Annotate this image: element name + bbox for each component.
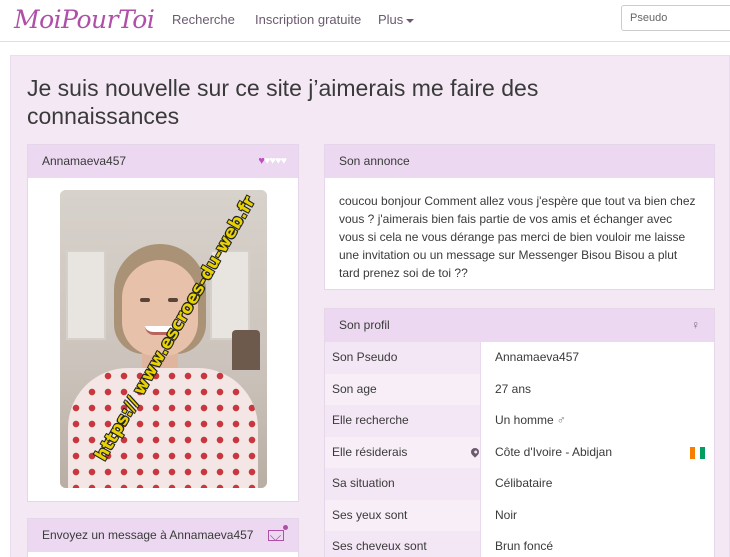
heart-rating: ♥♥♥♥♥ [258,145,287,178]
profil-value: 27 ans [495,381,532,396]
profil-value: Côte d'Ivoire - Abidjan [495,444,613,459]
profil-label: Son age [325,373,481,405]
profil-label: Son Pseudo [325,342,481,374]
profil-row-pseudo: Son Pseudo Annamaeva457 [325,342,714,374]
nav-link-inscription[interactable]: Inscription gratuite [255,12,361,27]
photo-eye [168,298,178,302]
profil-heading: Son profil [339,318,390,332]
profil-label: Ses yeux sont [325,499,481,531]
site-logo[interactable]: MoiPourToi [14,5,155,34]
main-content: Je suis nouvelle sur ce site j’aimerais … [10,55,730,557]
send-message-label[interactable]: Envoyez un message à Annamaeva457 [42,528,253,542]
pseudo-search-input[interactable] [621,5,730,31]
message-card-header[interactable]: Envoyez un message à Annamaeva457 [28,519,298,552]
message-card[interactable]: Envoyez un message à Annamaeva457 [27,518,299,557]
mail-icon[interactable] [268,525,288,541]
profil-label: Sa situation [325,468,481,500]
profil-row-residence: Elle résiderais Côte d'Ivoire - Abidjan [325,436,714,468]
female-icon: ♀ [691,318,700,332]
profile-card: Annamaeva457 ♥♥♥♥♥ https:// www.escroes-… [27,144,299,502]
nav-plus-label: Plus [378,12,404,27]
heart-empty-icon: ♥ [280,155,286,167]
annonce-header: Son annonce [325,145,714,178]
male-icon: ♂ [556,413,566,427]
profil-label-text: Elle résiderais [332,444,408,459]
annonce-panel: Son annonce coucou bonjour Comment allez… [324,144,715,290]
top-navbar: MoiPourToi Recherche Inscription gratuit… [0,0,730,42]
profil-value: Noir [495,507,518,522]
nav-link-recherche[interactable]: Recherche [172,12,235,27]
profile-photo[interactable]: https:// www.escroes-du-web.fr [60,190,267,488]
photo-lamp [232,330,260,370]
profil-row-yeux: Ses yeux sont Noir [325,499,714,531]
profil-label: Ses cheveux sont [325,531,481,557]
profil-row-cheveux: Ses cheveux sont Brun foncé [325,531,714,557]
photo-door [66,250,106,340]
nav-dropdown-plus[interactable]: Plus [378,12,415,27]
profil-label: Elle résiderais [325,436,481,468]
profil-value: Brun foncé [495,539,554,553]
photo-eye [140,298,150,302]
profil-row-age: Son age 27 ans [325,373,714,405]
location-pin-icon [469,445,481,458]
profil-header: Son profil ♀ [325,309,714,342]
profile-username[interactable]: Annamaeva457 [42,154,126,168]
caret-down-icon [406,18,415,23]
annonce-text: coucou bonjour Comment allez vous j'espè… [339,194,696,280]
profil-row-recherche: Elle recherche Un homme ♂ [325,405,714,437]
page-title: Je suis nouvelle sur ce site j’aimerais … [27,75,539,129]
photo-heart-sweater [68,368,258,488]
ivory-coast-flag-icon [690,446,705,459]
profil-value: Célibataire [495,476,553,490]
profile-card-header: Annamaeva457 ♥♥♥♥♥ [28,145,298,178]
profil-panel: Son profil ♀ Son Pseudo Annamaeva457 Son… [324,308,715,557]
profil-value: Annamaeva457 [495,350,580,364]
profil-label: Elle recherche [325,405,481,437]
profil-value-wrap: Un homme ♂ [495,405,566,436]
profil-value: Un homme [495,413,554,427]
profil-row-situation: Sa situation Célibataire [325,468,714,500]
